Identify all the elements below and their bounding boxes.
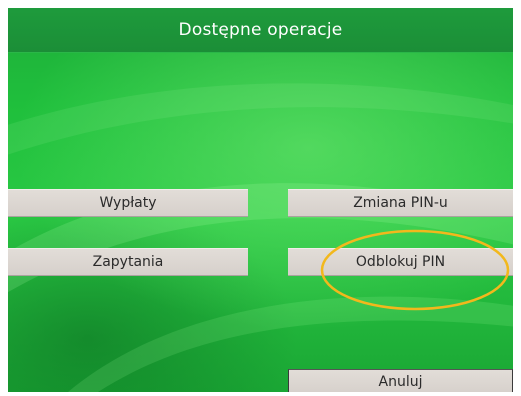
unblock-pin-button-label: Odblokuj PIN [355, 254, 446, 270]
page-title: Dostępne operacje [178, 20, 343, 40]
change-pin-button-label: Zmiana PIN-u [353, 195, 448, 211]
cancel-button[interactable]: Anuluj [288, 369, 513, 392]
unblock-pin-button[interactable]: Odblokuj PIN [288, 248, 513, 276]
withdraw-button[interactable]: Wypłaty [8, 189, 248, 217]
cancel-button-label: Anuluj [378, 374, 423, 390]
withdraw-button-label: Wypłaty [99, 195, 157, 211]
atm-screenshot: Dostępne operacje Wypłaty Zmiana PIN-u Z… [0, 0, 521, 396]
title-bar: Dostępne operacje [8, 8, 513, 53]
change-pin-button[interactable]: Zmiana PIN-u [288, 189, 513, 217]
inquiry-button[interactable]: Zapytania [8, 248, 248, 276]
atm-screen: Dostępne operacje Wypłaty Zmiana PIN-u Z… [8, 8, 513, 392]
inquiry-button-label: Zapytania [92, 254, 164, 270]
